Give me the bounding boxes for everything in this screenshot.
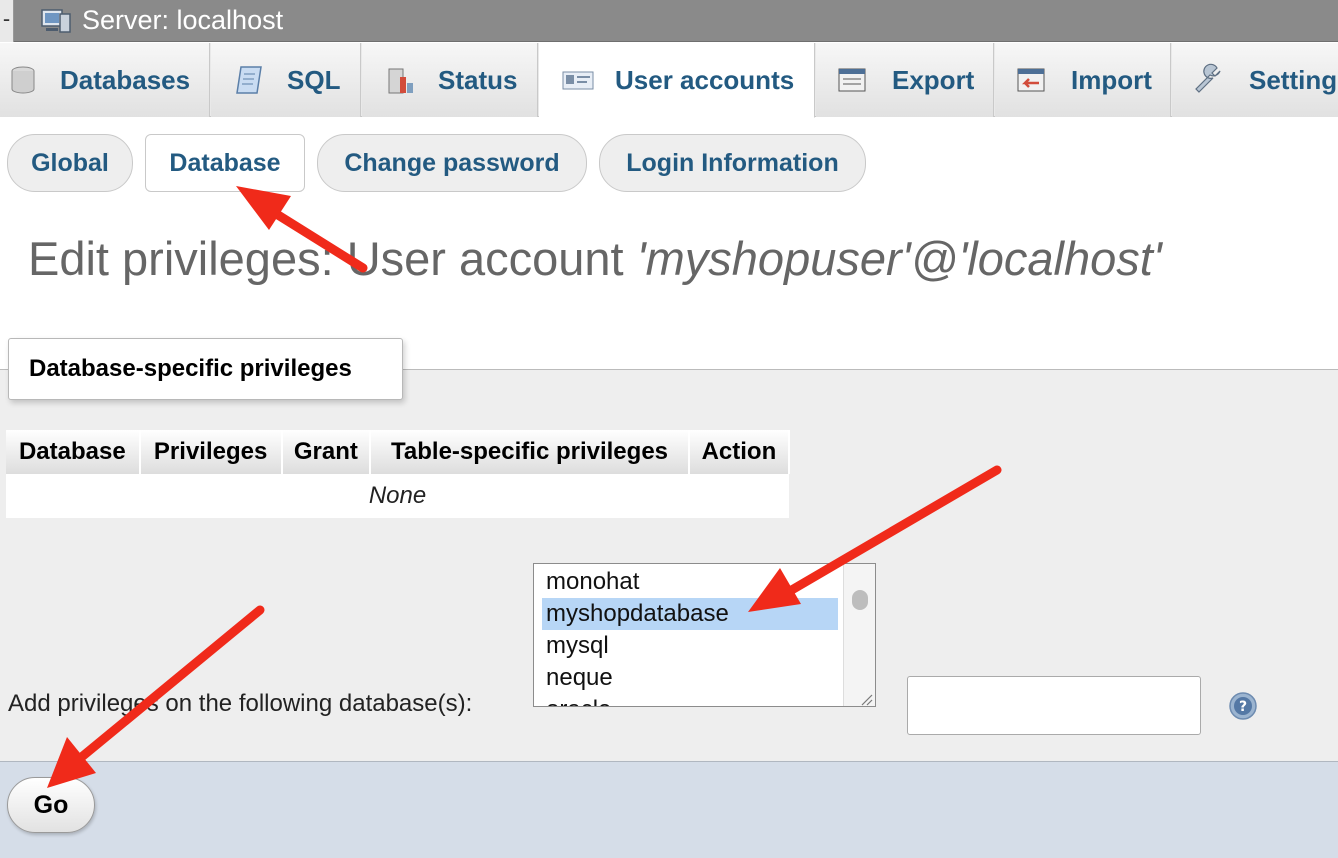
sql-icon (236, 66, 262, 94)
list-scrollbar[interactable] (843, 564, 875, 706)
server-label[interactable]: Server: localhost (82, 4, 283, 36)
page-title: Edit privileges: User account 'myshopuse… (28, 226, 1162, 292)
tab-settings[interactable]: Setting (1172, 43, 1338, 117)
user-accounts-icon (562, 71, 594, 90)
go-button[interactable]: Go (7, 777, 95, 833)
status-icon (388, 68, 413, 94)
list-item[interactable]: oracle (542, 694, 838, 706)
tab-user-accounts[interactable]: User accounts (539, 43, 815, 118)
database-icon (11, 66, 35, 94)
database-name-input[interactable] (907, 676, 1201, 735)
table-row: None (6, 474, 789, 518)
tab-label: Status (438, 65, 518, 95)
tab-label: Setting (1249, 65, 1338, 95)
export-icon (838, 68, 866, 92)
add-privileges-label: Add privileges on the following database… (8, 690, 473, 717)
collapse-nav-button[interactable]: - (0, 0, 14, 42)
empty-table-text: None (6, 474, 789, 518)
top-navigation: Databases SQL Status User accounts Expor… (0, 43, 1338, 118)
list-item[interactable]: neque (542, 662, 838, 694)
server-breadcrumb-bar: - Server: localhost (0, 0, 1338, 42)
column-header-database: Database (6, 430, 141, 474)
page-title-prefix: Edit privileges: User account (28, 232, 637, 285)
wrench-icon (1195, 63, 1221, 93)
column-header-action: Action (688, 430, 791, 474)
subtab-change-password[interactable]: Change password (317, 134, 587, 192)
column-header-privileges: Privileges (139, 430, 283, 474)
column-header-grant: Grant (281, 430, 372, 474)
subtab-global[interactable]: Global (7, 134, 133, 192)
subtab-login-information[interactable]: Login Information (599, 134, 866, 192)
tab-label: User accounts (615, 65, 795, 95)
scrollbar-thumb[interactable] (852, 590, 868, 610)
tab-label: Import (1071, 65, 1152, 95)
svg-text:?: ? (1239, 699, 1247, 715)
list-item-selected[interactable]: myshopdatabase (542, 598, 838, 630)
tab-label: Databases (60, 65, 191, 95)
tab-label: Export (892, 65, 975, 95)
column-header-table-specific: Table-specific privileges (370, 430, 690, 474)
privileges-table: Database Privileges Grant Table-specific… (6, 430, 791, 518)
list-item[interactable]: monohat (542, 566, 838, 598)
subtab-database[interactable]: Database (145, 134, 305, 192)
form-footer (0, 761, 1338, 858)
server-icon (41, 9, 71, 33)
tab-databases[interactable]: Databases (0, 43, 210, 117)
import-icon (1017, 68, 1045, 92)
tab-status[interactable]: Status (362, 43, 538, 117)
tab-import[interactable]: Import (995, 43, 1171, 117)
tab-sql[interactable]: SQL (211, 43, 361, 117)
list-item[interactable]: mysql (542, 630, 838, 662)
tab-export[interactable]: Export (816, 43, 994, 117)
resize-grip-icon[interactable] (857, 690, 873, 706)
database-multiselect[interactable]: monohat myshopdatabase mysql neque oracl… (533, 563, 876, 707)
tab-label: SQL (287, 65, 341, 95)
fieldset-legend: Database-specific privileges (8, 338, 403, 400)
page-title-account: 'myshopuser'@'localhost' (636, 232, 1162, 285)
table-header-row: Database Privileges Grant Table-specific… (6, 430, 791, 474)
help-icon[interactable]: ? (1228, 691, 1258, 721)
